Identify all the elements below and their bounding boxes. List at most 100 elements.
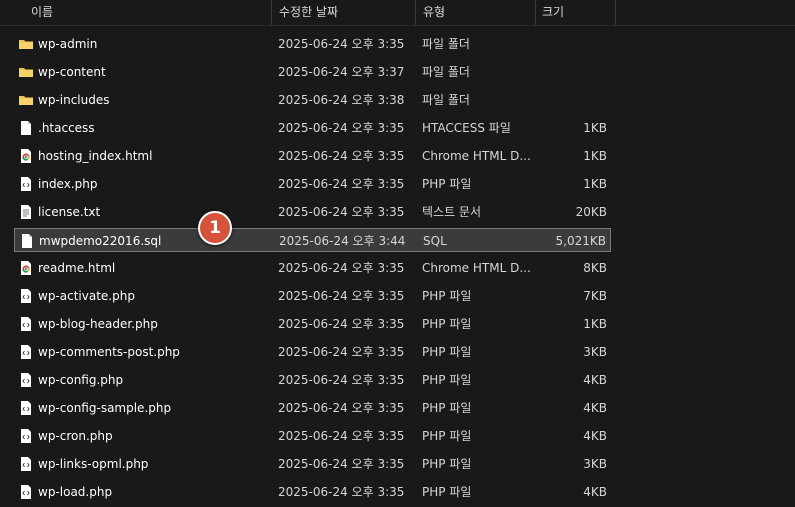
file-name: wp-cron.php xyxy=(38,429,113,443)
file-name: wp-config.php xyxy=(38,373,124,387)
file-date: 2025-06-24 오후 3:35 xyxy=(278,205,405,219)
file-date: 2025-06-24 오후 3:35 xyxy=(278,317,405,331)
file-date: 2025-06-24 오후 3:35 xyxy=(278,457,405,471)
file-row[interactable]: wp-includes 2025-06-24 오후 3:38 파일 폴더 xyxy=(14,88,611,112)
column-end-divider xyxy=(615,0,616,25)
file-size: 3KB xyxy=(583,345,607,359)
file-size: 4KB xyxy=(583,373,607,387)
file-date: 2025-06-24 오후 3:35 xyxy=(278,121,405,135)
file-type: 파일 폴더 xyxy=(422,65,470,79)
php-file-icon xyxy=(18,176,34,192)
file-date: 2025-06-24 오후 3:44 xyxy=(279,234,406,248)
file-row-selected[interactable]: mwpdemo22016.sql 2025-06-24 오후 3:44 SQL 5,0… xyxy=(14,228,611,252)
php-file-icon xyxy=(18,484,34,500)
folder-icon xyxy=(18,64,34,80)
file-size: 5,021KB xyxy=(555,234,606,248)
file-row[interactable]: wp-config.php 2025-06-24 오후 3:35 PHP 파일 4KB xyxy=(14,368,611,392)
file-type: PHP 파일 xyxy=(422,289,472,303)
file-type: PHP 파일 xyxy=(422,485,472,499)
file-row[interactable]: wp-admin 2025-06-24 오후 3:35 파일 폴더 xyxy=(14,32,611,56)
file-type: 파일 폴더 xyxy=(422,93,470,107)
file-date: 2025-06-24 오후 3:35 xyxy=(278,37,405,51)
file-row[interactable]: hosting_index.html 2025-06-24 오후 3:35 Chro… xyxy=(14,144,611,168)
file-date: 2025-06-24 오후 3:35 xyxy=(278,373,405,387)
file-date: 2025-06-24 오후 3:35 xyxy=(278,345,405,359)
file-name: mwpdemo22016.sql xyxy=(39,234,162,248)
file-date: 2025-06-24 오후 3:38 xyxy=(278,93,405,107)
file-type: PHP 파일 xyxy=(422,429,472,443)
file-type: SQL xyxy=(423,234,447,248)
php-file-icon xyxy=(18,456,34,472)
php-file-icon xyxy=(18,372,34,388)
file-name: wp-blog-header.php xyxy=(38,317,158,331)
php-file-icon xyxy=(18,288,34,304)
file-type: Chrome HTML D... xyxy=(422,261,530,275)
file-row[interactable]: license.txt 2025-06-24 오후 3:35 텍스트 문서 20KB xyxy=(14,200,611,224)
file-name: wp-includes xyxy=(38,93,110,107)
file-size: 3KB xyxy=(583,457,607,471)
file-icon xyxy=(18,120,34,136)
file-date: 2025-06-24 오후 3:35 xyxy=(278,261,405,275)
file-name: wp-admin xyxy=(38,37,98,51)
file-type: HTACCESS 파일 xyxy=(422,121,511,135)
file-icon xyxy=(19,233,35,249)
file-name: wp-links-opml.php xyxy=(38,457,149,471)
file-size: 20KB xyxy=(575,205,607,219)
file-size: 1KB xyxy=(583,317,607,331)
column-type-header[interactable]: 유형 xyxy=(415,0,535,25)
file-date: 2025-06-24 오후 3:35 xyxy=(278,401,405,415)
file-row[interactable]: wp-cron.php 2025-06-24 오후 3:35 PHP 파일 4KB xyxy=(14,424,611,448)
column-date-header[interactable]: 수정한 날짜 xyxy=(271,0,415,25)
file-name: wp-comments-post.php xyxy=(38,345,180,359)
file-name: wp-load.php xyxy=(38,485,113,499)
file-size: 4KB xyxy=(583,485,607,499)
file-date: 2025-06-24 오후 3:35 xyxy=(278,149,405,163)
php-file-icon xyxy=(18,344,34,360)
file-row[interactable]: index.php 2025-06-24 오후 3:35 PHP 파일 1KB xyxy=(14,172,611,196)
php-file-icon xyxy=(18,316,34,332)
file-type: PHP 파일 xyxy=(422,345,472,359)
file-row[interactable]: wp-links-opml.php 2025-06-24 오후 3:35 PHP 파… xyxy=(14,452,611,476)
file-date: 2025-06-24 오후 3:37 xyxy=(278,65,405,79)
folder-icon xyxy=(18,36,34,52)
php-file-icon xyxy=(18,428,34,444)
file-type: PHP 파일 xyxy=(422,317,472,331)
column-name-header[interactable]: 이름 xyxy=(31,0,53,25)
column-size-header[interactable]: 크기 xyxy=(535,0,616,25)
file-date: 2025-06-24 오후 3:35 xyxy=(278,289,405,303)
file-name: wp-config-sample.php xyxy=(38,401,172,415)
file-row[interactable]: wp-content 2025-06-24 오후 3:37 파일 폴더 xyxy=(14,60,611,84)
file-name: .htaccess xyxy=(38,121,95,135)
file-name: readme.html xyxy=(38,261,116,275)
sort-ascending-icon: ^ xyxy=(143,0,152,7)
file-size: 8KB xyxy=(583,261,607,275)
file-type: PHP 파일 xyxy=(422,373,472,387)
file-type: Chrome HTML D... xyxy=(422,149,530,163)
file-date: 2025-06-24 오후 3:35 xyxy=(278,429,405,443)
file-date: 2025-06-24 오후 3:35 xyxy=(278,177,405,191)
file-type: PHP 파일 xyxy=(422,401,472,415)
file-name: license.txt xyxy=(38,205,101,219)
file-type: PHP 파일 xyxy=(422,457,472,471)
php-file-icon xyxy=(18,400,34,416)
file-date: 2025-06-24 오후 3:35 xyxy=(278,485,405,499)
chrome-html-icon xyxy=(18,148,34,164)
folder-icon xyxy=(18,92,34,108)
file-size: 1KB xyxy=(583,149,607,163)
file-row[interactable]: readme.html 2025-06-24 오후 3:35 Chrome HTML… xyxy=(14,256,611,280)
file-row[interactable]: wp-comments-post.php 2025-06-24 오후 3:35 PH… xyxy=(14,340,611,364)
file-name: wp-content xyxy=(38,65,106,79)
file-row[interactable]: wp-load.php 2025-06-24 오후 3:35 PHP 파일 4KB xyxy=(14,480,611,504)
file-size: 4KB xyxy=(583,429,607,443)
text-file-icon xyxy=(18,204,34,220)
file-name: hosting_index.html xyxy=(38,149,153,163)
step-callout-badge: 1 xyxy=(198,211,232,245)
file-row[interactable]: wp-blog-header.php 2025-06-24 오후 3:35 PHP … xyxy=(14,312,611,336)
chrome-html-icon xyxy=(18,260,34,276)
file-row[interactable]: wp-config-sample.php 2025-06-24 오후 3:35 PH… xyxy=(14,396,611,420)
file-size: 1KB xyxy=(583,177,607,191)
file-row[interactable]: wp-activate.php 2025-06-24 오후 3:35 PHP 파일 7… xyxy=(14,284,611,308)
file-row[interactable]: .htaccess 2025-06-24 오후 3:35 HTACCESS 파일 1K… xyxy=(14,116,611,140)
file-type: PHP 파일 xyxy=(422,177,472,191)
file-size: 7KB xyxy=(583,289,607,303)
